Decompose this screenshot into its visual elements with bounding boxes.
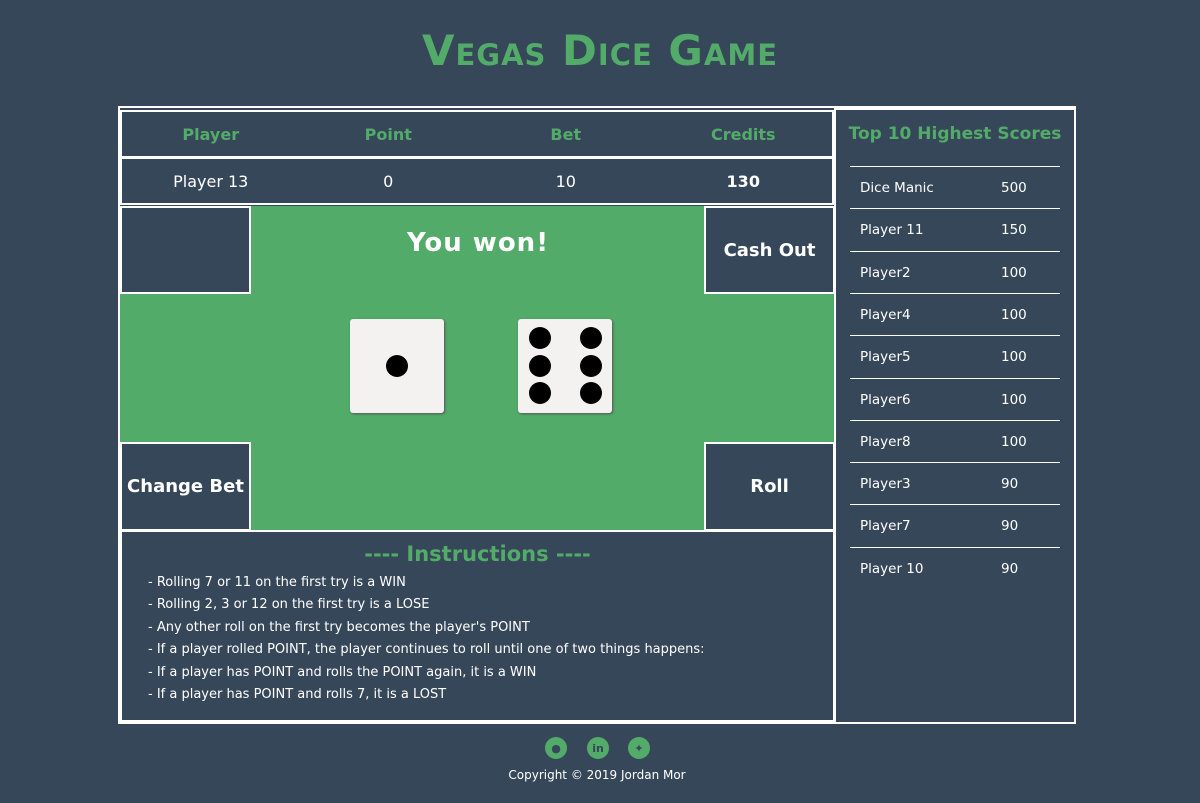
twitter-icon[interactable]: ✦ bbox=[628, 737, 650, 759]
die-six bbox=[518, 319, 612, 413]
copyright: Copyright © 2019 Jordan Mor bbox=[508, 768, 686, 782]
instruction-line: - If a player rolled POINT, the player c… bbox=[148, 642, 705, 658]
header-credits: Credits bbox=[710, 124, 776, 144]
header-bet: Bet bbox=[550, 124, 582, 144]
die-pip bbox=[580, 355, 602, 377]
instruction-line: - If a player has POINT and rolls 7, it … bbox=[148, 687, 447, 703]
score-value: 90 bbox=[1001, 560, 1019, 577]
score-value: 150 bbox=[1001, 222, 1027, 239]
score-name: Player3 bbox=[860, 476, 911, 493]
instruction-line: - Rolling 2, 3 or 12 on the first try is… bbox=[148, 597, 430, 613]
header-point: Point bbox=[364, 124, 412, 144]
score-row: Player2 100 bbox=[850, 250, 1060, 294]
empty-corner bbox=[120, 206, 251, 294]
change-bet-button[interactable]: Change Bet bbox=[120, 442, 251, 531]
score-row: Dice Manic 500 bbox=[850, 166, 1060, 209]
instruction-line: - If a player has POINT and rolls the PO… bbox=[148, 664, 537, 680]
result-message: You won! bbox=[406, 228, 550, 258]
instructions-panel: ---- Instructions ---- - Rolling 7 or 11… bbox=[120, 530, 835, 722]
die-pip bbox=[580, 327, 602, 349]
die-pip bbox=[386, 355, 408, 377]
instructions-title: ---- Instructions ---- bbox=[364, 542, 591, 566]
point-value: 0 bbox=[383, 171, 394, 191]
score-name: Player2 bbox=[860, 264, 911, 281]
die-pip bbox=[529, 327, 551, 349]
score-row: Player 10 90 bbox=[850, 546, 1060, 590]
score-value: 90 bbox=[1001, 518, 1019, 535]
die-pip bbox=[529, 382, 551, 404]
score-value: 100 bbox=[1001, 306, 1027, 323]
page-title: Vegas Dice Game bbox=[421, 26, 779, 75]
score-name: Player8 bbox=[860, 433, 911, 450]
score-row: Player7 90 bbox=[850, 504, 1060, 547]
header-player: Player bbox=[182, 124, 240, 144]
score-value: 90 bbox=[1001, 476, 1019, 493]
scores-title: Top 10 Highest Scores bbox=[848, 124, 1062, 144]
score-name: Player6 bbox=[860, 391, 911, 408]
score-value: 500 bbox=[1001, 180, 1027, 196]
linkedin-icon[interactable]: in bbox=[587, 737, 609, 759]
score-row: Player3 90 bbox=[850, 462, 1060, 505]
die-pip bbox=[529, 355, 551, 377]
score-value: 100 bbox=[1001, 391, 1027, 408]
score-value: 100 bbox=[1001, 264, 1027, 281]
score-row: Player5 100 bbox=[850, 335, 1060, 378]
score-name: Player 11 bbox=[860, 222, 924, 239]
table-header: Player Point Bet Credits bbox=[120, 110, 834, 158]
instruction-line: - Any other roll on the first try become… bbox=[148, 619, 530, 635]
table-row: Player 13 0 10 130 bbox=[120, 157, 834, 205]
die-pip bbox=[580, 382, 602, 404]
score-row: Player6 100 bbox=[850, 377, 1060, 421]
score-value: 100 bbox=[1001, 433, 1027, 450]
score-value: 100 bbox=[1001, 349, 1027, 366]
github-icon[interactable]: ● bbox=[545, 737, 567, 759]
score-name: Player5 bbox=[860, 349, 911, 366]
score-name: Player 10 bbox=[860, 560, 924, 577]
player-value: Player 13 bbox=[173, 171, 249, 191]
score-row: Player4 100 bbox=[850, 292, 1060, 336]
score-name: Dice Manic bbox=[860, 180, 934, 196]
die-one bbox=[350, 319, 444, 413]
cash-out-button[interactable]: Cash Out bbox=[704, 206, 835, 294]
score-row: Player8 100 bbox=[850, 419, 1060, 463]
score-row: Player 11 150 bbox=[850, 208, 1060, 251]
score-name: Player7 bbox=[860, 518, 911, 535]
score-name: Player4 bbox=[860, 306, 911, 323]
instruction-line: - Rolling 7 or 11 on the first try is a … bbox=[148, 575, 406, 590]
credits-value: 130 bbox=[726, 171, 760, 191]
roll-button[interactable]: Roll bbox=[704, 442, 835, 531]
bet-value: 10 bbox=[555, 171, 576, 191]
